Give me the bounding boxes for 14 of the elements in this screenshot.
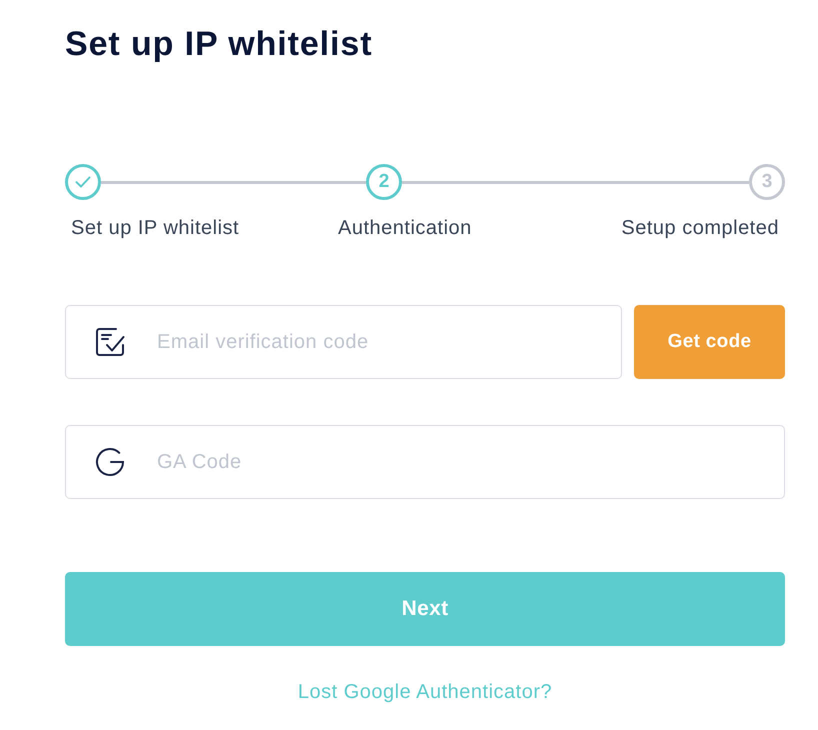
input-field[interactable]: Email verification code [65,305,622,379]
g-icon [95,447,125,477]
lost-authenticator-link[interactable]: Lost Google Authenticator? [298,680,552,704]
step-label: Authentication [338,216,472,240]
step-indicator: 3 [749,164,785,200]
check-icon [75,176,91,188]
document-check-icon [95,327,125,357]
step-label: Setup completed [621,216,779,240]
step-indicator: 2 [366,164,402,200]
step-label: Set up IP whitelist [71,216,240,240]
input-field[interactable]: GA Code [65,425,785,499]
page-title: Set up IP whitelist [65,24,372,64]
get-code-button[interactable]: Get code [634,305,785,379]
next-button[interactable]: Next [65,572,785,646]
